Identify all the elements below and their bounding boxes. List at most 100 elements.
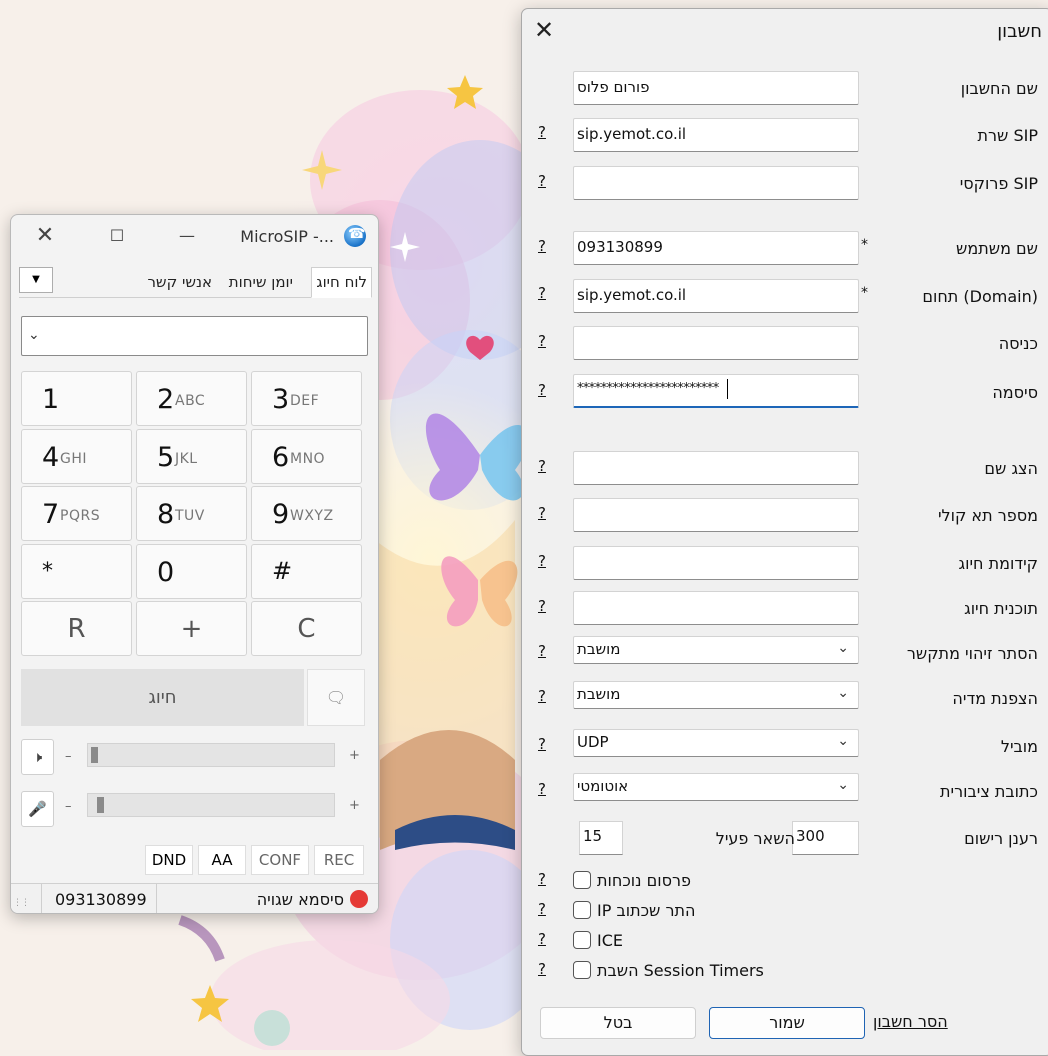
keep-alive-input[interactable]: 15 bbox=[579, 821, 623, 855]
help-allow-ip-rewrite[interactable]: ? bbox=[538, 900, 546, 918]
dial-plan-input[interactable] bbox=[573, 591, 859, 625]
key-digit: 8 bbox=[157, 499, 175, 530]
tab-contacts[interactable]: אנשי קשר bbox=[142, 267, 217, 298]
label-register-refresh: רענן רישום bbox=[964, 829, 1038, 848]
speaker-volume-slider[interactable] bbox=[87, 743, 335, 767]
public-address-select[interactable]: אוטומטי ⌄ bbox=[573, 773, 859, 801]
help-transport[interactable]: ? bbox=[538, 735, 546, 753]
help-session-timers[interactable]: ? bbox=[538, 960, 546, 978]
key-6[interactable]: 6 MNO bbox=[251, 429, 362, 484]
close-icon[interactable]: ✕ bbox=[534, 17, 554, 43]
status-bar: ⋮⋮ 093130899 סיסמא שגויה bbox=[11, 883, 378, 913]
key-star[interactable]: * bbox=[21, 544, 132, 599]
tabs-dropdown-button[interactable]: ▼ bbox=[19, 267, 53, 293]
maximize-icon[interactable]: ☐ bbox=[95, 221, 139, 251]
voicemail-input[interactable] bbox=[573, 498, 859, 532]
help-username[interactable]: ? bbox=[538, 237, 546, 255]
microphone-volume-slider[interactable] bbox=[87, 793, 335, 817]
ice-checkbox[interactable] bbox=[573, 931, 591, 949]
label-login: כניסה bbox=[998, 334, 1038, 353]
label-sip-proxy: SIP פרוקסי bbox=[959, 174, 1038, 193]
help-ice[interactable]: ? bbox=[538, 930, 546, 948]
resize-grip-icon[interactable]: ⋮⋮ bbox=[13, 898, 30, 908]
minimize-icon[interactable]: — bbox=[165, 221, 209, 251]
key-label: + bbox=[180, 614, 203, 644]
save-button[interactable]: שמור bbox=[709, 1007, 865, 1039]
transport-select[interactable]: UDP ⌄ bbox=[573, 729, 859, 757]
register-refresh-input[interactable]: 300 bbox=[792, 821, 859, 855]
login-input[interactable] bbox=[573, 326, 859, 360]
help-sip-server[interactable]: ? bbox=[538, 123, 546, 141]
call-button[interactable]: חיוג bbox=[21, 669, 304, 726]
key-7[interactable]: 7 PQRS bbox=[21, 486, 132, 541]
allow-ip-rewrite-checkbox[interactable] bbox=[573, 901, 591, 919]
display-name-input[interactable] bbox=[573, 451, 859, 485]
account-name-input[interactable]: פורום פלוס bbox=[573, 71, 859, 105]
password-input[interactable]: ************************ bbox=[573, 374, 859, 408]
key-9[interactable]: 9 WXYZ bbox=[251, 486, 362, 541]
username-input[interactable]: 093130899 bbox=[573, 231, 859, 265]
publish-presence-checkbox[interactable] bbox=[573, 871, 591, 889]
close-icon[interactable]: ✕ bbox=[23, 221, 67, 251]
help-password[interactable]: ? bbox=[538, 381, 546, 399]
allow-ip-rewrite-label: IP התר שכתוב bbox=[597, 901, 696, 920]
microphone-mute-button[interactable]: 🎤 bbox=[21, 791, 54, 827]
key-hash[interactable]: # bbox=[251, 544, 362, 599]
chevron-down-icon: ⌄ bbox=[837, 777, 849, 793]
key-1[interactable]: 1 bbox=[21, 371, 132, 426]
help-voicemail[interactable]: ? bbox=[538, 504, 546, 522]
public-address-value: אוטומטי bbox=[577, 777, 629, 795]
dial-prefix-input[interactable] bbox=[573, 546, 859, 580]
help-domain[interactable]: ? bbox=[538, 284, 546, 302]
number-input[interactable]: ⌄ bbox=[21, 316, 368, 356]
hide-caller-id-select[interactable]: מושבת ⌄ bbox=[573, 636, 859, 664]
sip-server-value: sip.yemot.co.il bbox=[577, 125, 687, 143]
plus-button[interactable]: + bbox=[136, 601, 247, 656]
status-divider bbox=[156, 884, 157, 913]
key-0[interactable]: 0 bbox=[136, 544, 247, 599]
help-media-encryption[interactable]: ? bbox=[538, 687, 546, 705]
domain-input[interactable]: sip.yemot.co.il bbox=[573, 279, 859, 313]
auto-answer-button[interactable]: AA bbox=[198, 845, 246, 875]
key-digit: 4 bbox=[42, 442, 60, 473]
key-2[interactable]: 2 ABC bbox=[136, 371, 247, 426]
tab-dialpad[interactable]: לוח חיוג bbox=[311, 267, 372, 298]
media-encryption-select[interactable]: מושבת ⌄ bbox=[573, 681, 859, 709]
key-digit: * bbox=[42, 559, 53, 584]
clear-button[interactable]: C bbox=[251, 601, 362, 656]
record-button[interactable]: REC bbox=[314, 845, 364, 875]
dnd-button[interactable]: DND bbox=[145, 845, 193, 875]
sip-server-input[interactable]: sip.yemot.co.il bbox=[573, 118, 859, 152]
chevron-down-icon[interactable]: ⌄ bbox=[28, 327, 40, 343]
help-publish-presence[interactable]: ? bbox=[538, 870, 546, 888]
slider-thumb[interactable] bbox=[91, 747, 98, 763]
sip-proxy-input[interactable] bbox=[573, 166, 859, 200]
disable-session-timers-checkbox[interactable] bbox=[573, 961, 591, 979]
help-display-name[interactable]: ? bbox=[538, 457, 546, 475]
slider-thumb[interactable] bbox=[97, 797, 104, 813]
label-voicemail: מספר תא קולי bbox=[937, 506, 1038, 525]
remove-account-link[interactable]: הסר חשבון bbox=[873, 1012, 948, 1031]
label-keep-alive: השאר פעיל bbox=[715, 829, 795, 848]
key-4[interactable]: 4 GHI bbox=[21, 429, 132, 484]
message-button[interactable]: 🗨 bbox=[307, 669, 365, 726]
microsip-logo-icon bbox=[344, 225, 366, 247]
key-3[interactable]: 3 DEF bbox=[251, 371, 362, 426]
key-letters: JKL bbox=[175, 451, 198, 467]
help-dial-plan[interactable]: ? bbox=[538, 597, 546, 615]
help-hide-caller-id[interactable]: ? bbox=[538, 642, 546, 660]
tab-call-log[interactable]: יומן שיחות bbox=[224, 267, 298, 298]
help-public-address[interactable]: ? bbox=[538, 780, 546, 798]
volume-minus-label: – bbox=[65, 749, 72, 764]
label-dial-plan: תוכנית חיוג bbox=[964, 599, 1038, 618]
help-login[interactable]: ? bbox=[538, 332, 546, 350]
cancel-button[interactable]: בטל bbox=[540, 1007, 696, 1039]
conference-button[interactable]: CONF bbox=[251, 845, 309, 875]
help-dial-prefix[interactable]: ? bbox=[538, 552, 546, 570]
key-8[interactable]: 8 TUV bbox=[136, 486, 247, 541]
label-transport: מוביל bbox=[1000, 737, 1038, 756]
help-sip-proxy[interactable]: ? bbox=[538, 172, 546, 190]
redial-button[interactable]: R bbox=[21, 601, 132, 656]
key-5[interactable]: 5 JKL bbox=[136, 429, 247, 484]
speaker-mute-button[interactable]: 🕨 bbox=[21, 739, 54, 775]
